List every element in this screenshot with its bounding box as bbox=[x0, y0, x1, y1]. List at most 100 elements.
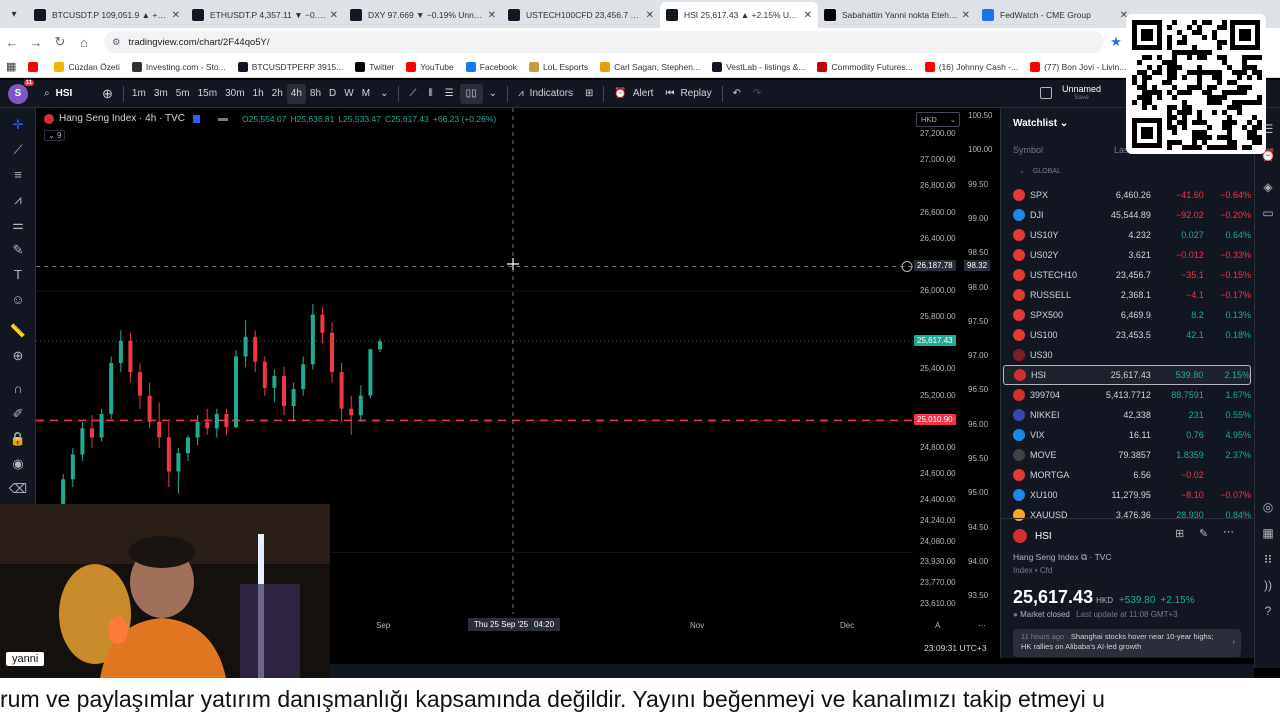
watchlist-row[interactable]: USTECH10 23,456.7 −35.1 −0.15% bbox=[1003, 265, 1251, 285]
scale-settings-toggle[interactable]: ⋯ bbox=[978, 621, 986, 630]
bar-chart-type-icon[interactable]: ⫴ bbox=[422, 84, 438, 104]
replay-button[interactable]: ⏮ Replay bbox=[659, 84, 717, 104]
bookmark-item[interactable]: Twitter bbox=[355, 61, 394, 72]
watchlist-title[interactable]: Watchlist ⌄ bbox=[1013, 118, 1068, 129]
bookmark-item[interactable]: Facebook bbox=[465, 61, 517, 72]
close-tab-icon[interactable]: ✕ bbox=[804, 10, 812, 21]
templates-grid-icon[interactable]: ⊞ bbox=[579, 84, 599, 104]
eraser-icon[interactable]: ⌫ bbox=[0, 476, 36, 501]
interval-W[interactable]: W bbox=[340, 84, 357, 104]
symbol-search[interactable]: ⌕ HSI bbox=[38, 84, 96, 104]
undo-icon[interactable]: ↶ bbox=[727, 84, 747, 104]
pattern-icon[interactable]: ⩘ bbox=[0, 187, 36, 212]
close-tab-icon[interactable]: ✕ bbox=[646, 10, 654, 21]
ideas-target-icon[interactable]: ◎ bbox=[1255, 494, 1280, 520]
watchlist-row[interactable]: MOVE 79.3857 1.8359 2.37% bbox=[1003, 445, 1251, 465]
layers-icon[interactable]: ◈ bbox=[1255, 174, 1280, 200]
avatar[interactable]: S 11 bbox=[8, 79, 34, 104]
tab-search-icon[interactable]: ▾ bbox=[0, 0, 28, 28]
reload-icon[interactable]: ↻ bbox=[48, 34, 72, 50]
watchlist-row[interactable]: VIX 16.11 0.76 4.95% bbox=[1003, 425, 1251, 445]
group-header[interactable]: ⌄ GLOBAL bbox=[1019, 167, 1061, 175]
column-symbol[interactable]: Symbol bbox=[1013, 145, 1043, 155]
interval-8h[interactable]: 8h bbox=[306, 84, 325, 104]
more-icon[interactable]: ⋯ bbox=[1223, 525, 1234, 538]
interval-1m[interactable]: 1m bbox=[128, 84, 150, 104]
browser-tab[interactable]: DXY 97.669 ▼ −0.19% Unnamed ✕ bbox=[344, 2, 502, 28]
watchlist-row[interactable]: US02Y 3.621 −0.012 −0.33% bbox=[1003, 245, 1251, 265]
interval-1h[interactable]: 1h bbox=[249, 84, 268, 104]
emoji-icon[interactable]: ☺ bbox=[0, 287, 36, 312]
interval-15m[interactable]: 15m bbox=[194, 84, 221, 104]
line-chart-icon[interactable]: ⟋ bbox=[403, 84, 422, 104]
indicators-collapse[interactable]: ⌄ 9 bbox=[44, 130, 66, 141]
details-name[interactable]: Hang Seng Index bbox=[1013, 552, 1079, 562]
forward-icon[interactable]: → bbox=[24, 35, 48, 50]
watchlist-row[interactable]: RUSSELL 2,368.1 −4.1 −0.17% bbox=[1003, 285, 1251, 305]
watchlist-row[interactable]: US30 bbox=[1003, 345, 1251, 365]
bookmark-item[interactable]: Commodity Futures... bbox=[817, 61, 913, 72]
browser-tab[interactable]: Sabahattin Yanni nokta Etehe (✕ bbox=[818, 2, 976, 28]
watchlist-row[interactable]: NIKKEI 42,338 231 0.55% bbox=[1003, 405, 1251, 425]
scale-auto-toggle[interactable]: A bbox=[935, 621, 940, 630]
zoom-in-icon[interactable]: ⊕ bbox=[0, 343, 36, 368]
details-symbol[interactable]: HSI bbox=[1035, 531, 1052, 542]
watchlist-row[interactable]: SPX 6,460.26 −41.60 −0.64% bbox=[1003, 185, 1251, 205]
indicators-button[interactable]: ⩘ Indicators bbox=[512, 84, 579, 104]
chart-list-icon[interactable]: ☰ bbox=[439, 84, 460, 104]
brush-icon[interactable]: ✎ bbox=[0, 237, 36, 262]
bookmark-item[interactable]: Carl Sagan, Stephen... bbox=[600, 61, 700, 72]
interval-3m[interactable]: 3m bbox=[150, 84, 172, 104]
external-link-icon[interactable]: ⧉ bbox=[1081, 552, 1087, 562]
price-axis[interactable]: HKD ⌄ 27,200.00 27,000.00 26,800.00 26,600.… bbox=[914, 108, 964, 638]
ruler-icon[interactable]: 📏 bbox=[0, 318, 36, 343]
currency-selector[interactable]: HKD ⌄ bbox=[916, 112, 960, 127]
lock-icon[interactable]: 🔒 bbox=[0, 426, 36, 451]
browser-tab[interactable]: HSI 25,617.43 ▲ +2.15% Unnamed ✕ bbox=[660, 2, 818, 28]
bookmark-item[interactable]: BTCUSDTPERP 3915... bbox=[237, 61, 343, 72]
alert-button[interactable]: ⏰ Alert bbox=[608, 84, 659, 104]
close-tab-icon[interactable]: ✕ bbox=[962, 10, 970, 21]
apps-dots-icon[interactable]: ⁝⁝ bbox=[1255, 546, 1280, 572]
bookmark-item[interactable]: (16) Johnny Cash -... bbox=[924, 61, 1018, 72]
interval-5m[interactable]: 5m bbox=[172, 84, 194, 104]
redo-icon[interactable]: ↷ bbox=[747, 84, 767, 104]
legend-dash-icon[interactable]: ▬ bbox=[218, 113, 228, 124]
url-field[interactable]: ⚙ tradingview.com/chart/2F44qo5Y/ bbox=[104, 31, 1104, 53]
interval-M[interactable]: M bbox=[358, 84, 374, 104]
compare-plus-icon[interactable]: ⊕ bbox=[96, 84, 119, 104]
watchlist-row[interactable]: SPX500 6,469.9 8.2 0.13% bbox=[1003, 305, 1251, 325]
watchlist-row[interactable]: 399704 5,413.7712 88.7591 1.67% bbox=[1003, 385, 1251, 405]
close-tab-icon[interactable]: ✕ bbox=[330, 10, 338, 21]
watchlist-row[interactable]: XU100 11,279.95 −8.10 −0.07% bbox=[1003, 485, 1251, 505]
interval-dropdown-icon[interactable]: ⌄ bbox=[374, 84, 394, 104]
site-info-icon[interactable]: ⚙ bbox=[112, 37, 121, 48]
interval-30m[interactable]: 30m bbox=[221, 84, 248, 104]
stay-drawing-icon[interactable]: ✐ bbox=[0, 401, 36, 426]
apps-grid-icon[interactable]: ▦ bbox=[6, 60, 16, 73]
bookmark-item[interactable]: VestLab - listings &... bbox=[712, 61, 805, 72]
edit-icon[interactable]: ✎ bbox=[1199, 527, 1208, 540]
prediction-icon[interactable]: ⚌ bbox=[0, 212, 36, 237]
bookmark-item[interactable]: Cüzdan Özeti bbox=[54, 61, 120, 72]
close-tab-icon[interactable]: ✕ bbox=[488, 10, 496, 21]
watchlist-row[interactable]: HSI 25,617.43 539.80 2.15% bbox=[1003, 365, 1251, 385]
close-tab-icon[interactable]: ✕ bbox=[172, 10, 180, 21]
watchlist-row[interactable]: XAUUSD 3,476.36 28.930 0.84% bbox=[1003, 505, 1251, 525]
bookmark-item[interactable]: YouTube bbox=[406, 61, 454, 72]
browser-tab[interactable]: ETHUSDT.P 4,357.11 ▼ −0.74% ✕ bbox=[186, 2, 344, 28]
browser-tab[interactable]: FedWatch - CME Group ✕ bbox=[976, 2, 1134, 28]
bookmark-item[interactable] bbox=[28, 61, 42, 72]
browser-tab[interactable]: USTECH100CFD 23,456.7 ▼ −0 ✕ bbox=[502, 2, 660, 28]
news-item[interactable]: 11 hours ago · Shanghai stocks hover nea… bbox=[1013, 629, 1241, 657]
timezone-label[interactable]: 23:09:31 UTC+3 bbox=[924, 643, 987, 653]
eye-icon[interactable]: ◉ bbox=[0, 451, 36, 476]
interval-4h[interactable]: 4h bbox=[286, 83, 306, 104]
broadcast-icon[interactable]: )) bbox=[1255, 572, 1280, 598]
chat-icon[interactable]: ▭ bbox=[1255, 200, 1280, 226]
candles-type-icon[interactable]: ▯▯ bbox=[459, 83, 483, 104]
dxy-axis[interactable]: 100.50 100.00 99.50 99.00 98.50 98.00 97.50 97.… bbox=[964, 108, 1000, 638]
watchlist-row[interactable]: DJI 45,544.89 −92.02 −0.20% bbox=[1003, 205, 1251, 225]
watchlist-row[interactable]: US100 23,453.5 42.1 0.18% bbox=[1003, 325, 1251, 345]
watchlist-row[interactable]: MORTGA 6.56 −0.02 bbox=[1003, 465, 1251, 485]
